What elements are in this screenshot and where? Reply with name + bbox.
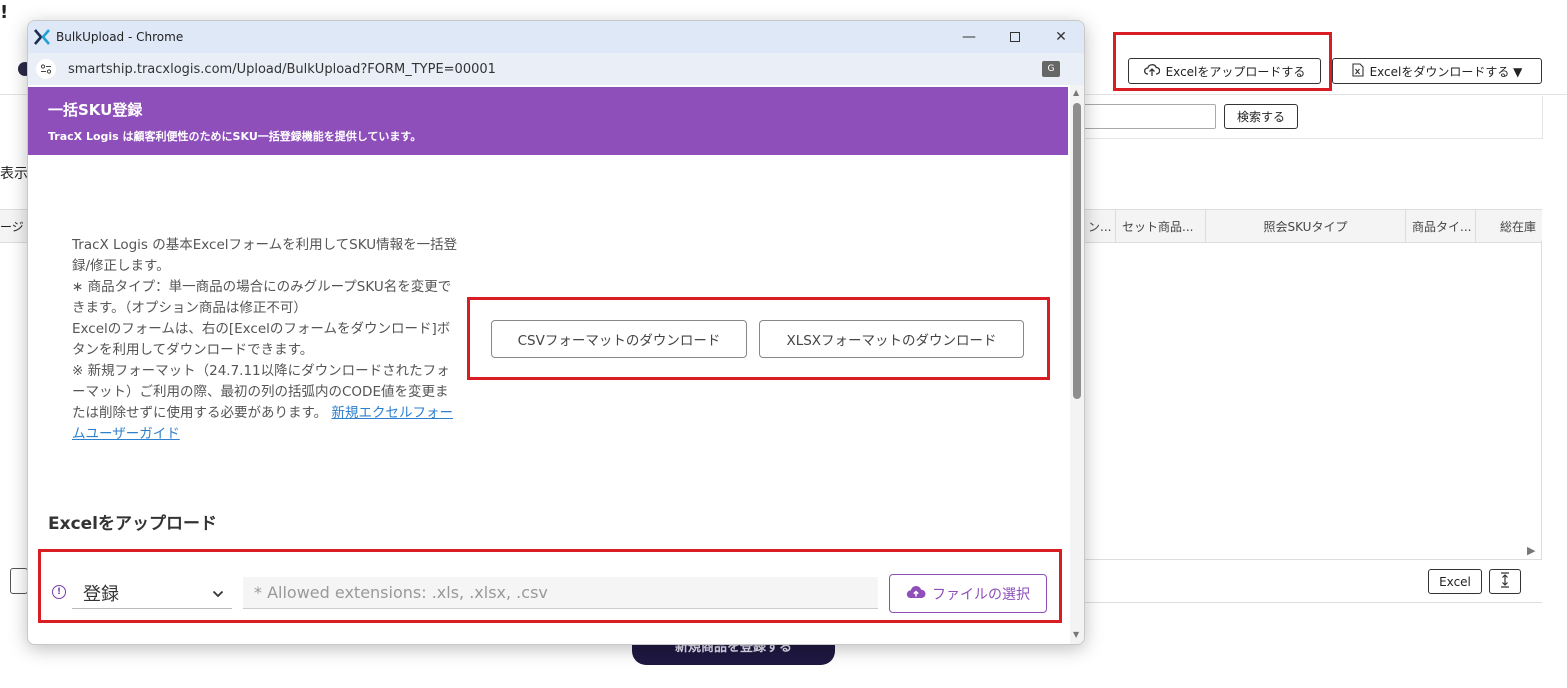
table-bottom-line [1082,559,1542,560]
cloud-upload-icon [1143,63,1160,80]
upload-excel-button[interactable]: Excelをアップロードする [1128,58,1321,84]
info-icon: ! [52,585,66,599]
expand-button[interactable] [1489,569,1521,594]
scroll-down-icon[interactable]: ▼ [1073,630,1079,639]
csv-download-button[interactable]: CSVフォーマットのダウンロード [491,320,747,358]
window-content: 一括SKU登録 TracX Logis は顧客利便性のためにSKU一括登録機能を… [28,85,1068,644]
tracx-logo-icon [34,29,50,45]
url-text[interactable]: smartship.tracxlogis.com/Upload/BulkUplo… [68,62,496,77]
download-excel-label: Excelをダウンロードする ▼ [1369,64,1523,79]
expand-vertical-icon [1499,572,1511,591]
column-header[interactable]: セット商品... [1116,210,1206,242]
vertical-scrollbar[interactable]: ▲ ▼ [1070,85,1084,644]
address-bar: smartship.tracxlogis.com/Upload/BulkUplo… [28,53,1084,85]
page-title: 一括SKU登録 [48,101,143,119]
upload-mode-value: 登録 [83,583,119,605]
scroll-up-icon[interactable]: ▲ [1073,88,1079,97]
excel-export-button[interactable]: Excel [1428,569,1482,594]
xlsx-download-button[interactable]: XLSXフォーマットのダウンロード [759,320,1024,358]
page-subtitle: TracX Logis は顧客利便性のためにSKU一括登録機能を提供しています。 [48,130,422,143]
table-border [1541,241,1542,559]
maximize-icon[interactable] [992,21,1038,53]
side-text-display: 表示 [0,166,28,182]
window-titlebar[interactable]: BulkUpload - Chrome — ✕ [28,21,1084,53]
description-text: TracX Logis の基本Excelフォームを利用してSKU情報を一括登録/… [72,237,458,421]
upload-mode-select[interactable]: 登録 [72,577,232,609]
choose-file-label: ファイルの選択 [932,586,1030,603]
upload-section-title: Excelをアップロード [48,514,218,534]
scroll-right-icon[interactable]: ▶ [1527,544,1535,557]
column-header[interactable]: 商品タイ... [1406,210,1476,242]
side-text-page: ージ [0,209,30,243]
file-path-input[interactable]: * Allowed extensions: .xls, .xlsx, .csv [243,577,878,609]
bulk-upload-window: BulkUpload - Chrome — ✕ smartship.tracxl… [27,20,1085,645]
side-small-button[interactable] [10,568,28,594]
scrollbar-thumb[interactable] [1073,103,1081,399]
column-header[interactable]: ン... [1082,210,1116,242]
search-input[interactable] [1082,104,1216,129]
cloud-upload-icon [906,584,926,604]
site-settings-icon[interactable] [36,59,56,79]
upload-excel-label: Excelをアップロードする [1165,64,1306,79]
column-header[interactable]: 照会SKUタイプ [1206,210,1406,242]
choose-file-button[interactable]: ファイルの選択 [889,574,1047,613]
column-header[interactable]: 総在庫 [1476,210,1542,242]
table-footer-line [1082,602,1542,603]
background-mark: ! [0,2,9,23]
download-excel-button[interactable]: Excelをダウンロードする ▼ [1332,58,1542,84]
excel-file-icon [1352,62,1364,80]
chevron-down-icon [212,582,224,603]
close-icon[interactable]: ✕ [1038,21,1084,53]
page-header: 一括SKU登録 TracX Logis は顧客利便性のためにSKU一括登録機能を… [28,87,1068,155]
table-header: ン... セット商品... 照会SKUタイプ 商品タイ... 総在庫 [1082,209,1542,243]
window-title: BulkUpload - Chrome [56,30,184,44]
minimize-icon[interactable]: — [946,21,992,53]
description-block: TracX Logis の基本Excelフォームを利用してSKU情報を一括登録/… [72,235,458,445]
translate-icon[interactable]: G [1042,61,1060,77]
search-button[interactable]: 検索する [1224,104,1298,129]
